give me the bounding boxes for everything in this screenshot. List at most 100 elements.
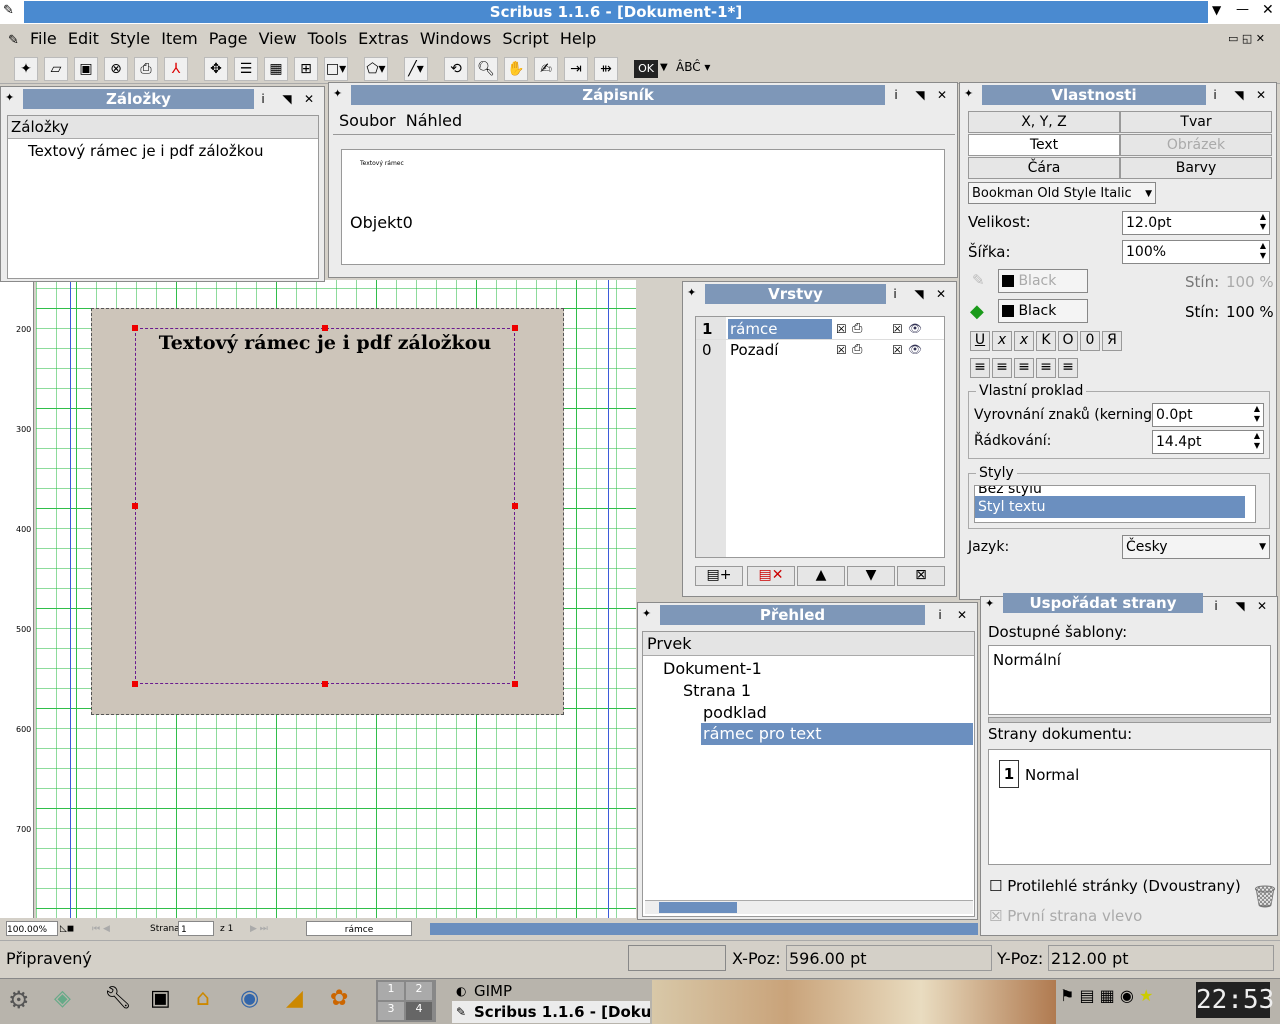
- desktop-4[interactable]: 4: [406, 1002, 432, 1020]
- task-gimp[interactable]: ◐ GIMP: [452, 980, 650, 1002]
- browser-icon[interactable]: ◉: [240, 986, 259, 1011]
- pin-icon[interactable]: ✦: [5, 91, 14, 104]
- desktop-pager[interactable]: 1 2 3 4: [376, 980, 436, 1022]
- menu-view[interactable]: View: [259, 29, 297, 48]
- layer-row[interactable]: 0 Pozadí ☒ ⎙ ☒ 👁︎: [696, 339, 944, 359]
- mixer-icon[interactable]: ◉: [1120, 986, 1134, 1005]
- close-icon[interactable]: ✕: [932, 285, 950, 303]
- horizontal-scrollbar[interactable]: [430, 923, 978, 935]
- kde-menu-icon[interactable]: ⚙: [8, 986, 30, 1014]
- template-item[interactable]: Normální: [989, 646, 1270, 669]
- desktop-icon[interactable]: ◈: [54, 986, 71, 1011]
- pin-icon[interactable]: ✦: [985, 597, 994, 610]
- menu-extras[interactable]: Extras: [358, 29, 409, 48]
- close-icon[interactable]: ✕: [1252, 86, 1270, 104]
- info-icon[interactable]: i: [887, 86, 905, 104]
- pdf-export-icon[interactable]: ⅄: [164, 57, 188, 81]
- text-frame[interactable]: Textový rámec je i pdf záložkou: [135, 328, 515, 684]
- underline-button[interactable]: U: [970, 331, 990, 351]
- shape-icon[interactable]: □▾: [324, 57, 348, 81]
- lock-checkbox[interactable]: ☒: [892, 319, 903, 339]
- close-icon[interactable]: ✕: [300, 90, 318, 108]
- text-frame-icon[interactable]: ☰: [234, 57, 258, 81]
- task-scribus[interactable]: ✎ Scribus 1.1.6 - [Dokum: [452, 1001, 650, 1023]
- align-right-icon[interactable]: ≡: [992, 358, 1012, 378]
- fill-shade-value[interactable]: 100 %: [1226, 303, 1274, 321]
- pages-list[interactable]: 1 Normal: [988, 749, 1271, 865]
- resize-handle[interactable]: [132, 681, 138, 687]
- shade-icon[interactable]: ◥: [911, 86, 929, 104]
- superscript-button[interactable]: x: [1014, 331, 1034, 351]
- calendar-icon[interactable]: ▦: [1100, 986, 1115, 1005]
- pin-icon[interactable]: ✦: [333, 87, 342, 100]
- tab-text[interactable]: Text: [968, 134, 1120, 156]
- info-icon[interactable]: i: [1206, 86, 1224, 104]
- bookmark-item[interactable]: Textový rámec je i pdf záložkou: [8, 139, 318, 160]
- pin-icon[interactable]: ✦: [687, 286, 696, 299]
- page-select[interactable]: 1: [178, 921, 214, 936]
- zoom-field[interactable]: 100.00%: [6, 921, 58, 936]
- info-icon[interactable]: i: [1207, 597, 1225, 615]
- close-icon[interactable]: ✕: [1253, 597, 1271, 615]
- strikethrough-button[interactable]: O: [1058, 331, 1078, 351]
- zoom-icon[interactable]: 🔍︎: [474, 57, 498, 81]
- menu-soubor[interactable]: Soubor: [339, 111, 396, 130]
- rotate-icon[interactable]: ⟲: [444, 57, 468, 81]
- shade-icon[interactable]: ◥: [1231, 597, 1249, 615]
- resize-handle[interactable]: [322, 325, 328, 331]
- menu-windows[interactable]: Windows: [420, 29, 491, 48]
- desktop-2[interactable]: 2: [406, 982, 432, 1000]
- desktop-1[interactable]: 1: [378, 982, 404, 1000]
- menu-edit[interactable]: Edit: [68, 29, 99, 48]
- fill-color-select[interactable]: Black: [998, 299, 1088, 323]
- first-page-icon[interactable]: ⏮ ◀: [92, 921, 110, 937]
- visible-checkbox[interactable]: ☒: [836, 340, 847, 360]
- kerning-spinbox[interactable]: 0.0pt ▲ ▼: [1152, 403, 1264, 427]
- tab-colors[interactable]: Barvy: [1120, 157, 1272, 179]
- subscript-button[interactable]: x: [992, 331, 1012, 351]
- close-icon[interactable]: ✕: [953, 606, 971, 624]
- window-minimize-icon[interactable]: —: [1236, 2, 1249, 17]
- style-item[interactable]: Bez stylu: [975, 486, 1255, 496]
- scrap-object-label[interactable]: Objekt0: [350, 213, 944, 232]
- next-page-icon[interactable]: ▶ ⏭: [250, 921, 268, 937]
- layer-name[interactable]: rámce: [728, 319, 832, 339]
- smallcaps-button[interactable]: K: [1036, 331, 1056, 351]
- klipper-icon[interactable]: ▤: [1079, 986, 1094, 1005]
- edit-text-icon[interactable]: ✍: [534, 57, 558, 81]
- raise-layer-button[interactable]: ▲: [797, 566, 845, 586]
- line-icon[interactable]: ╱▾: [404, 57, 428, 81]
- info-icon[interactable]: i: [886, 285, 904, 303]
- office-icon[interactable]: ◢: [286, 986, 303, 1011]
- keyboard-layout-icon[interactable]: ⚑: [1060, 986, 1074, 1005]
- add-layer-button[interactable]: ▤+: [695, 566, 743, 586]
- align-center-icon[interactable]: ≡: [1014, 358, 1034, 378]
- print-icon[interactable]: ⎙: [134, 57, 158, 81]
- menu-help[interactable]: Help: [560, 29, 596, 48]
- delete-layer-button[interactable]: ▤✕: [747, 566, 795, 586]
- close-layers-button[interactable]: ⊠: [897, 566, 945, 586]
- desktop-3[interactable]: 3: [378, 1002, 404, 1020]
- templates-list[interactable]: Normální: [988, 645, 1271, 715]
- unlink-frames-icon[interactable]: ⇻: [594, 57, 618, 81]
- new-document-icon[interactable]: ✦: [14, 57, 38, 81]
- menu-nahled[interactable]: Náhled: [406, 111, 462, 130]
- language-select[interactable]: Česky ▼: [1122, 535, 1270, 559]
- close-icon[interactable]: ✕: [933, 86, 951, 104]
- window-dropdown-icon[interactable]: ▼: [1212, 3, 1221, 17]
- styles-list[interactable]: Bez stylu Styl textu: [974, 485, 1256, 523]
- menu-style[interactable]: Style: [110, 29, 150, 48]
- terminal-icon[interactable]: ▣: [150, 986, 171, 1011]
- tree-item-selected[interactable]: rámec pro text: [701, 723, 973, 745]
- tree-item[interactable]: podklad: [703, 703, 767, 722]
- link-frames-icon[interactable]: ⇥: [564, 57, 588, 81]
- width-spinbox[interactable]: 100% ▲ ▼: [1122, 240, 1270, 264]
- menu-tools[interactable]: Tools: [308, 29, 347, 48]
- leading-spinbox[interactable]: 14.4pt ▲ ▼: [1152, 430, 1264, 454]
- app-launcher-icon[interactable]: ✿: [330, 986, 348, 1011]
- window-menu-icon[interactable]: ✎: [3, 3, 21, 21]
- resize-handle[interactable]: [132, 503, 138, 509]
- menu-file[interactable]: File: [30, 29, 57, 48]
- stroke-shade-value[interactable]: 100 %: [1226, 273, 1274, 291]
- save-icon[interactable]: ▣: [74, 57, 98, 81]
